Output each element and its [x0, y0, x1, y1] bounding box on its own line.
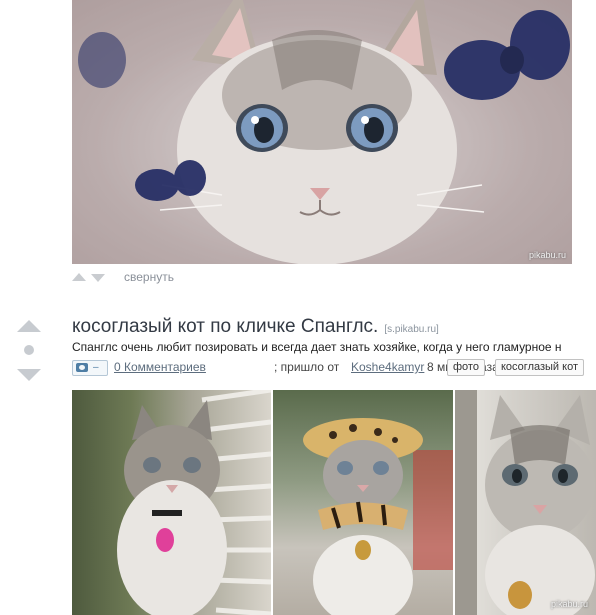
- image-panel-closeup-cat: pikabu.ru: [455, 390, 596, 615]
- image-panel-leopard-hat-cat: [273, 390, 453, 615]
- post-source: [s.pikabu.ru]: [384, 324, 439, 335]
- tag-cross-eyed-cat[interactable]: косоглазый кот: [495, 359, 584, 376]
- rating-dot-icon: [24, 345, 34, 355]
- post1-image[interactable]: pikabu.ru: [72, 0, 572, 264]
- post-tags: фото косоглазый кот: [72, 359, 596, 376]
- post-title[interactable]: косоглазый кот по кличке Спанглс. [s.pika…: [72, 316, 439, 338]
- post2-image[interactable]: pikabu.ru: [72, 390, 596, 615]
- post-title-text[interactable]: косоглазый кот по кличке Спанглс.: [72, 316, 378, 337]
- downvote-arrow-icon[interactable]: [17, 369, 41, 381]
- watermark: pikabu.ru: [528, 250, 566, 260]
- downvote-arrow-icon[interactable]: [91, 274, 105, 282]
- post-description: Спанглс очень любит позировать и всегда …: [72, 340, 562, 354]
- cat-with-bows-illustration: [72, 0, 572, 264]
- cat-closeup-illustration: [455, 390, 595, 615]
- post2-vote-column: [16, 318, 42, 384]
- upvote-arrow-icon[interactable]: [72, 273, 86, 281]
- watermark: pikabu.ru: [550, 599, 588, 609]
- tag-photo[interactable]: фото: [447, 359, 485, 376]
- collapse-link[interactable]: свернуть: [124, 270, 174, 284]
- image-panel-window-cat: [72, 390, 271, 615]
- upvote-arrow-icon[interactable]: [17, 320, 41, 332]
- cat-in-hat-illustration: [303, 418, 453, 615]
- cat-at-window-illustration: [117, 390, 271, 615]
